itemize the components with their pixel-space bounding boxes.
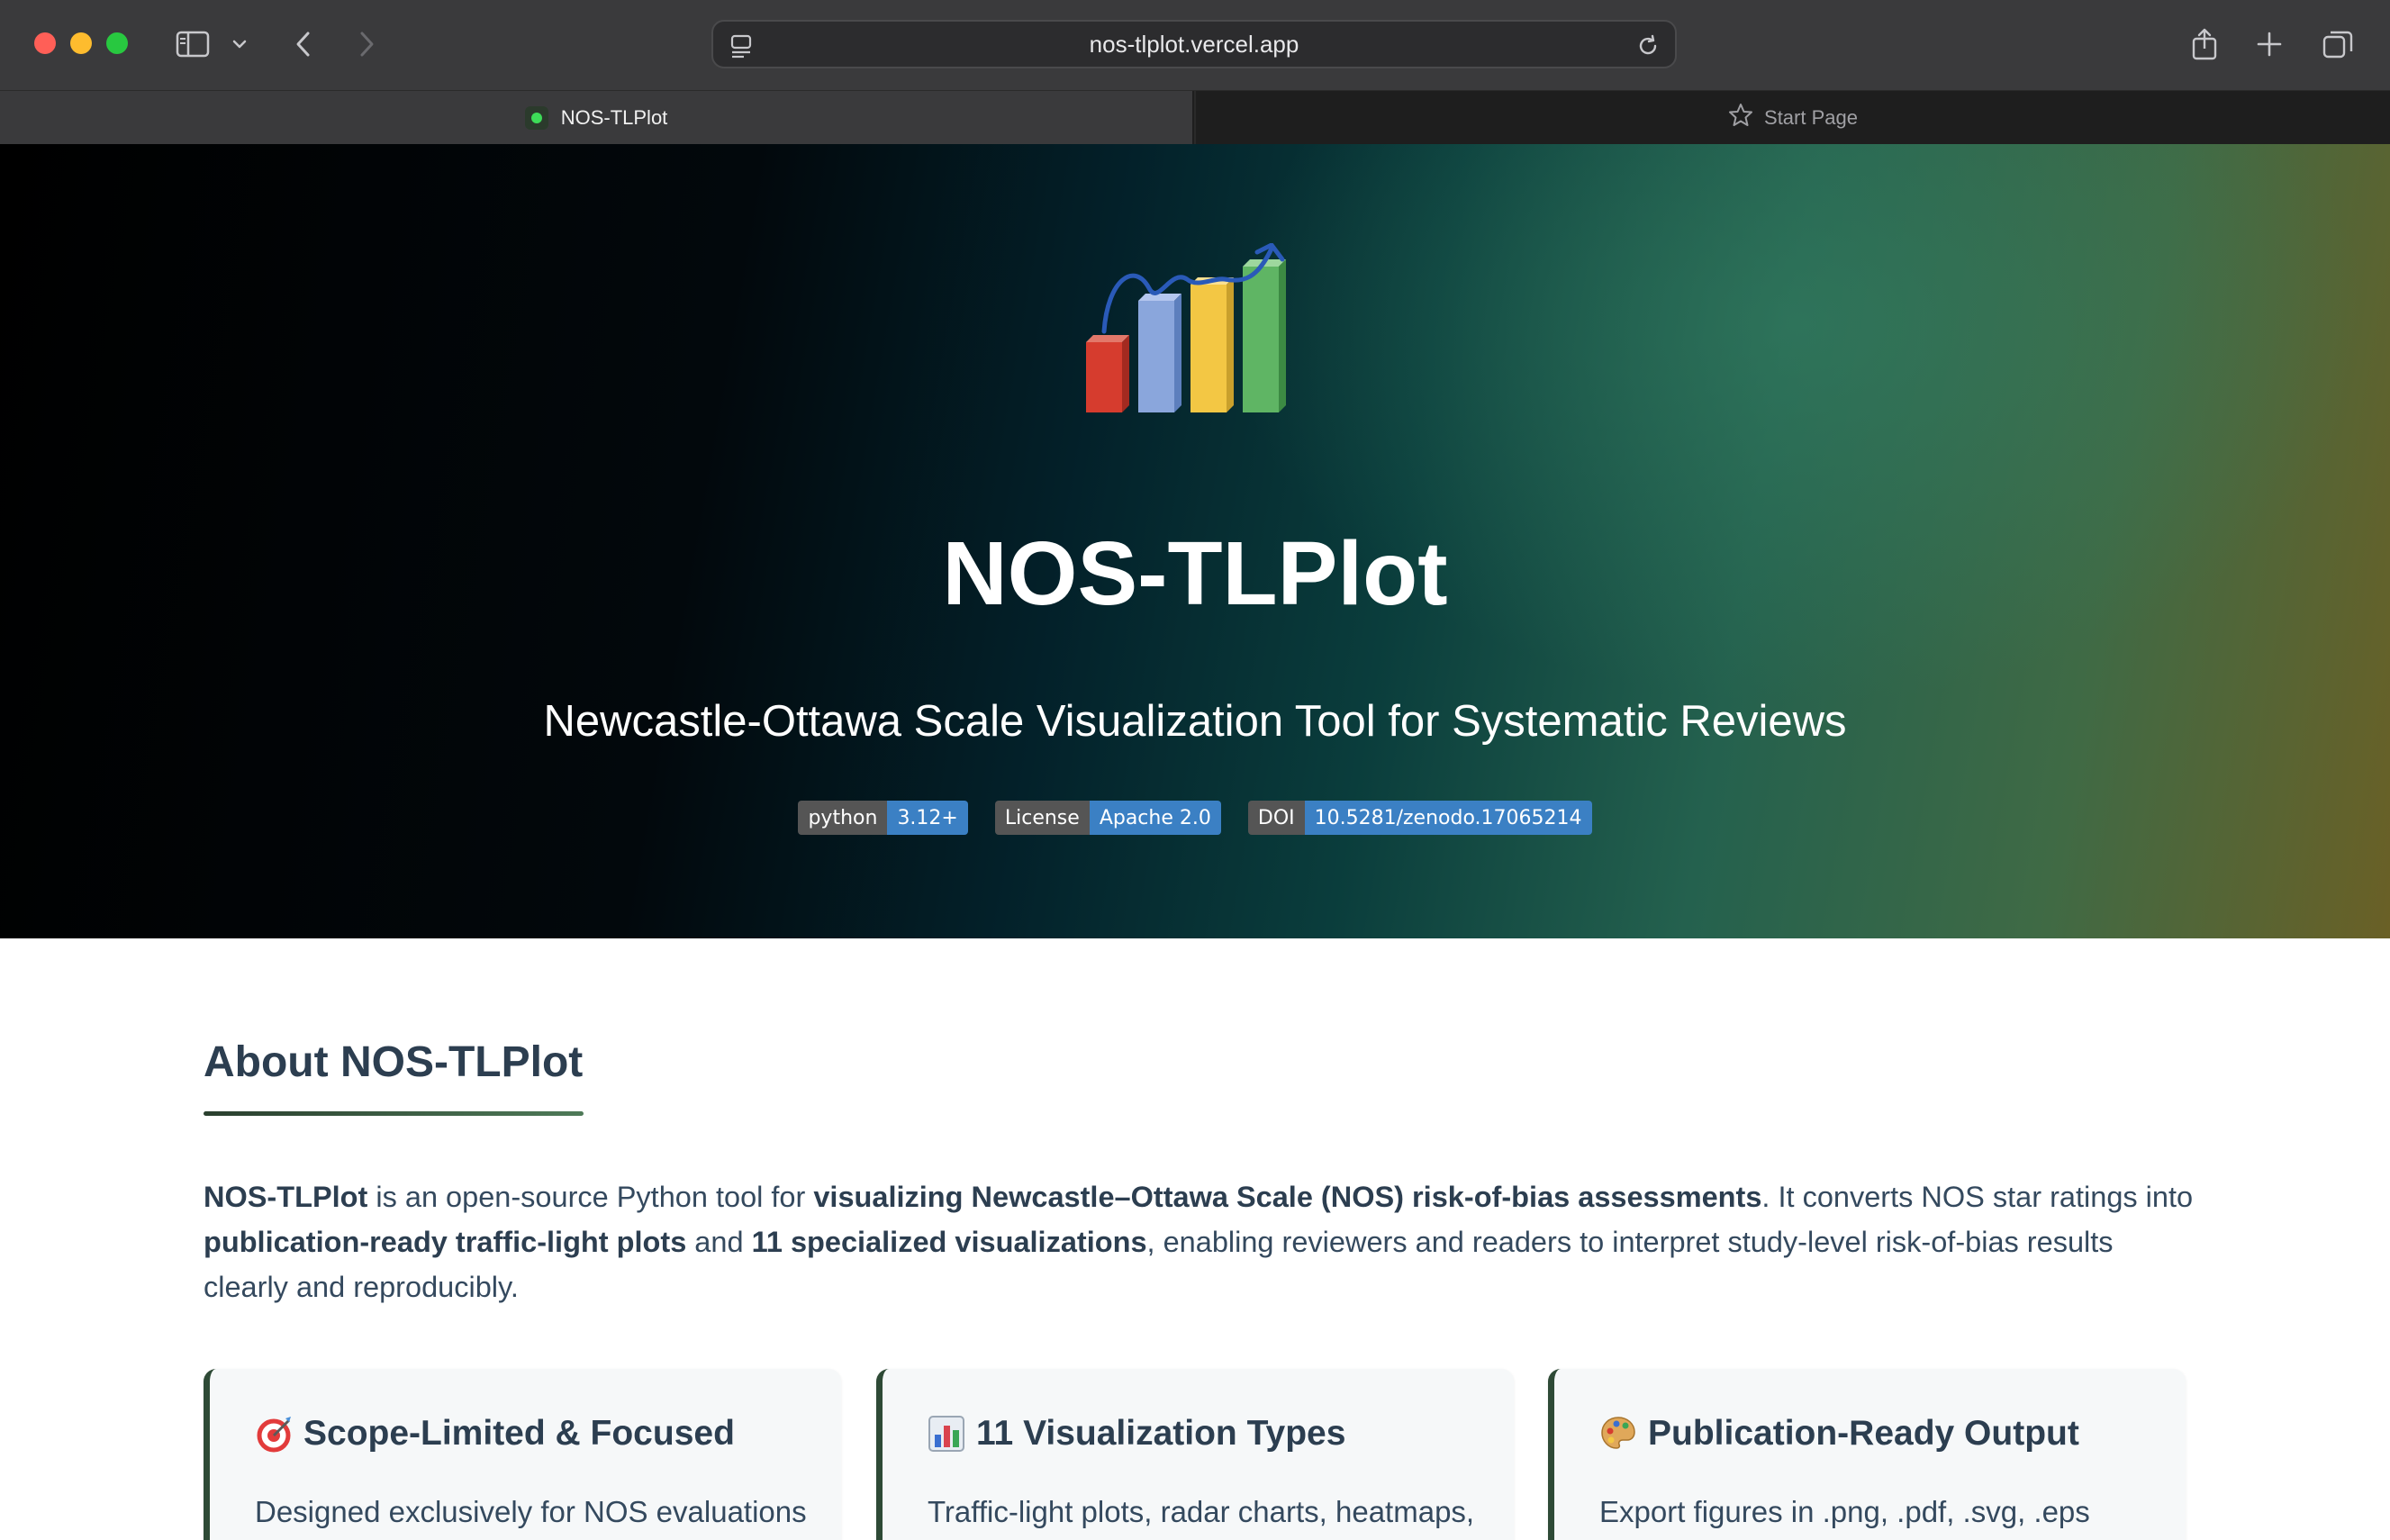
window-close-button[interactable] xyxy=(34,32,56,54)
badge-value: 10.5281/zenodo.17065214 xyxy=(1304,801,1592,835)
card-text: Export figures in .png, .pdf, .svg, .eps xyxy=(1599,1495,2090,1528)
bar-chart-logo-icon xyxy=(1086,243,1286,412)
window-minimize-button[interactable] xyxy=(70,32,92,54)
address-bar[interactable]: nos-tlplot.vercel.app xyxy=(711,20,1677,68)
badge-value: Apache 2.0 xyxy=(1089,801,1221,835)
intro-text: is an open-source Python tool for xyxy=(367,1181,814,1213)
browser-toolbar: nos-tlplot.vercel.app xyxy=(0,0,2390,90)
star-icon xyxy=(1728,103,1753,133)
tab-label: NOS-TLPlot xyxy=(560,106,668,129)
tab-bar: NOS-TLPlot Start Page xyxy=(0,90,2390,145)
badge-value: 3.12+ xyxy=(887,801,968,835)
feature-card-visualizations: 11 Visualization Types Traffic-light plo… xyxy=(876,1369,1514,1540)
section-heading: About NOS-TLPlot xyxy=(204,1038,584,1086)
favicon-icon xyxy=(524,106,548,130)
feature-card-scope: Scope-Limited & Focused Designed exclusi… xyxy=(204,1369,841,1540)
intro-strong: NOS-TLPlot xyxy=(204,1181,368,1213)
hero-title: NOS-TLPlot xyxy=(942,523,1448,624)
target-icon xyxy=(257,1417,291,1453)
main-content: About NOS-TLPlot NOS-TLPlot is an open-s… xyxy=(0,938,2390,1540)
intro-paragraph: NOS-TLPlot is an open-source Python tool… xyxy=(204,1174,2194,1309)
window-zoom-button[interactable] xyxy=(106,32,128,54)
bar-chart-icon xyxy=(928,1416,964,1452)
back-arrow-icon[interactable] xyxy=(290,23,317,65)
license-badge[interactable]: License Apache 2.0 xyxy=(994,801,1221,835)
heading-underline xyxy=(204,1111,584,1116)
badge-row: python 3.12+ License Apache 2.0 DOI 10.5… xyxy=(0,801,2390,835)
intro-text: and xyxy=(686,1226,752,1258)
badge-label: DOI xyxy=(1247,801,1305,835)
badge-label: License xyxy=(994,801,1090,835)
reload-icon[interactable] xyxy=(1635,33,1661,63)
doi-badge[interactable]: DOI 10.5281/zenodo.17065214 xyxy=(1247,801,1592,835)
tab-nos-tlplot[interactable]: NOS-TLPlot xyxy=(0,91,1192,145)
badge-label: python xyxy=(798,801,888,835)
sidebar-toggle-icon[interactable] xyxy=(173,23,213,65)
tab-start-page[interactable]: Start Page xyxy=(1194,91,2390,145)
card-title-text: Scope-Limited & Focused xyxy=(303,1414,735,1453)
chevron-down-icon[interactable] xyxy=(229,23,250,65)
card-text: Designed exclusively for NOS evaluations xyxy=(255,1495,807,1528)
card-title-text: 11 Visualization Types xyxy=(976,1414,1346,1453)
tab-label: Start Page xyxy=(1764,106,1858,129)
card-title: Publication-Ready Output xyxy=(1599,1414,2079,1454)
intro-strong: 11 specialized visualizations xyxy=(751,1226,1147,1258)
feature-card-output: Publication-Ready Output Export figures … xyxy=(1548,1369,2186,1540)
intro-strong: visualizing Newcastle–Ottawa Scale (NOS)… xyxy=(813,1181,1762,1213)
hero-subtitle: Newcastle-Ottawa Scale Visualization Too… xyxy=(543,697,1847,746)
tab-overview-icon[interactable] xyxy=(2320,23,2356,65)
card-title: 11 Visualization Types xyxy=(928,1414,1345,1454)
card-title-text: Publication-Ready Output xyxy=(1648,1414,2079,1453)
card-title: Scope-Limited & Focused xyxy=(255,1414,735,1454)
python-version-badge[interactable]: python 3.12+ xyxy=(798,801,968,835)
hero-banner: NOS-TLPlot Newcastle-Ottawa Scale Visual… xyxy=(0,144,2390,938)
forward-arrow-icon[interactable] xyxy=(353,23,380,65)
intro-strong: publication-ready traffic-light plots xyxy=(204,1226,687,1258)
new-tab-icon[interactable] xyxy=(2253,23,2286,65)
intro-text: . It converts NOS star ratings into xyxy=(1761,1181,2194,1213)
address-url[interactable]: nos-tlplot.vercel.app xyxy=(713,22,1675,67)
share-icon[interactable] xyxy=(2188,23,2221,65)
card-text: Traffic-light plots, radar charts, heatm… xyxy=(928,1495,1475,1528)
palette-icon xyxy=(1601,1417,1635,1449)
